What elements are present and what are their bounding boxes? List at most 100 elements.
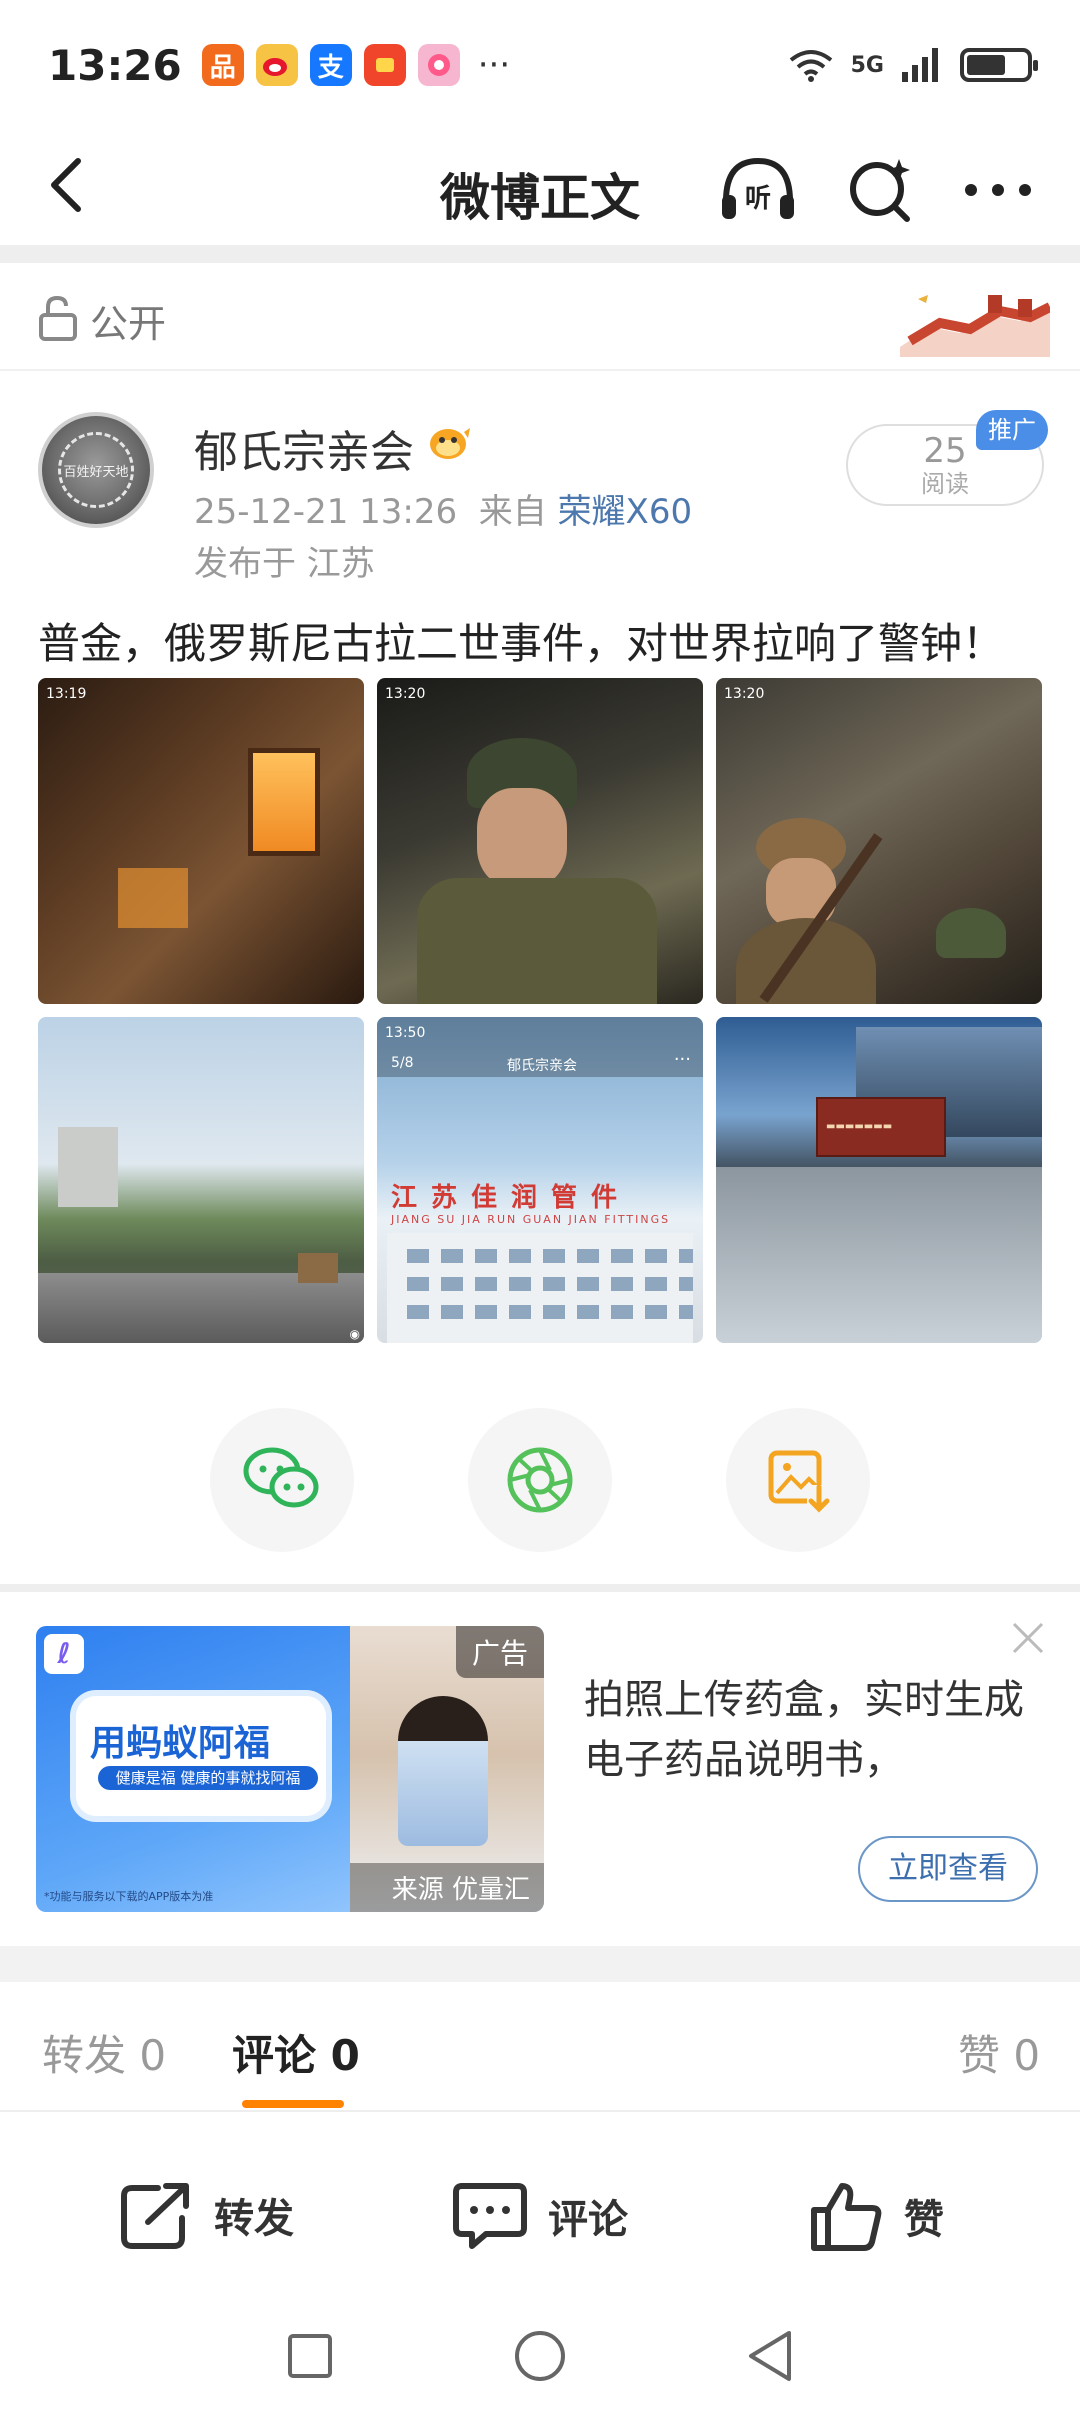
- image-status-time: 13:50: [385, 1025, 426, 1041]
- home-circle-icon: [515, 2331, 565, 2381]
- system-back-button[interactable]: [740, 2326, 800, 2386]
- tab-reposts[interactable]: 转发 0: [42, 2022, 166, 2083]
- signal-icon: [902, 48, 938, 82]
- ad-brand-text: 用蚂蚁阿福: [90, 1723, 271, 1764]
- search-button[interactable]: [842, 150, 922, 230]
- image-status-time: 13:20: [385, 686, 426, 702]
- weibo-notification-icon: [255, 44, 298, 86]
- ad-cta-button[interactable]: 立即查看: [858, 1836, 1038, 1902]
- repost-button[interactable]: 转发: [118, 2180, 294, 2250]
- ad-spokesperson: [398, 1696, 488, 1846]
- post-image-5[interactable]: 13:50 5/8 郁氏宗亲会 ··· 江苏佳润管件 JIANG SU JIA …: [377, 1017, 703, 1343]
- image-more-icon: ···: [673, 1049, 691, 1070]
- close-ad-icon[interactable]: [1008, 1618, 1048, 1658]
- image-watermark-icon: ◉: [349, 1327, 360, 1341]
- more-dots-icon: [965, 184, 1031, 196]
- like-label: 赞: [904, 2197, 944, 2243]
- header-divider: [0, 245, 1080, 263]
- image-account-name: 郁氏宗亲会: [507, 1058, 577, 1074]
- alipay-notification-icon: 支: [309, 44, 352, 86]
- recents-square-icon: [288, 2334, 332, 2378]
- save-image-icon: [768, 1450, 831, 1513]
- company-sign: ▬▬▬▬▬▬▬: [816, 1097, 946, 1157]
- status-bar: 13:26 品 支 ··· 5G: [0, 0, 1080, 130]
- like-button[interactable]: 赞: [808, 2180, 944, 2252]
- svg-text:听: 听: [745, 184, 771, 214]
- image-status-time: 13:19: [46, 686, 87, 702]
- comment-icon: [453, 2183, 527, 2249]
- battery-icon: [960, 48, 1038, 82]
- repost-icon: [121, 2183, 189, 2249]
- read-count-label: 阅读: [921, 470, 969, 498]
- comment-label: 评论: [548, 2197, 628, 2243]
- ad-description[interactable]: 拍照上传药盒，实时生成电子药品说明书，: [584, 1670, 1044, 1790]
- section-divider: [0, 1584, 1080, 1592]
- more-options-button[interactable]: [958, 150, 1038, 230]
- more-notifications-icon: ···: [477, 45, 511, 85]
- network-type: 5G: [850, 52, 884, 78]
- ad-slogan-text: 健康是福 健康的事就找阿福: [98, 1766, 318, 1790]
- status-time: 13:26: [48, 40, 182, 90]
- promote-badge[interactable]: 推广: [976, 410, 1048, 450]
- top-navigation: 微博正文 听: [0, 130, 1080, 245]
- factory-building: [387, 1233, 693, 1343]
- recents-button[interactable]: [280, 2326, 340, 2386]
- wifi-icon: [789, 50, 832, 82]
- bottom-action-bar: 转发 评论 赞: [0, 2140, 1080, 2290]
- image-page-indicator: 5/8: [391, 1055, 414, 1071]
- visibility-label: 公开: [90, 302, 167, 346]
- event-notification-icon: [417, 44, 460, 86]
- wechat-icon: [243, 1447, 319, 1508]
- comment-button[interactable]: 评论: [452, 2180, 628, 2252]
- ad-source: 来源 优量汇: [350, 1863, 544, 1912]
- post-text: 普金，俄罗斯尼古拉二世事件，对世界拉响了警钟！: [38, 619, 1005, 668]
- officer-face: [477, 788, 567, 888]
- active-tab-indicator: [242, 2100, 344, 2108]
- interaction-tabs: 转发 0 评论 0 赞 0: [0, 1982, 1080, 2112]
- repost-label: 转发: [214, 2196, 294, 2242]
- lit-window: [248, 748, 320, 856]
- home-button[interactable]: [510, 2326, 570, 2386]
- truck: [298, 1253, 338, 1283]
- post-date: 25-12-21 13:26: [194, 492, 458, 532]
- officer-uniform: [417, 878, 657, 1004]
- factory-sign: 江苏佳润管件: [391, 1183, 632, 1213]
- tab-comments[interactable]: 评论 0: [232, 2022, 360, 2083]
- author-name[interactable]: 郁氏宗亲会: [194, 416, 414, 480]
- system-nav-bar: [0, 2300, 1080, 2412]
- post-image-4[interactable]: ◉: [38, 1017, 364, 1343]
- ad-footnote: *功能与服务以下载的APP版本为准: [44, 1890, 214, 1903]
- post-image-3[interactable]: 13:20: [716, 678, 1042, 1004]
- thumbs-up-icon: [811, 2183, 882, 2251]
- source-prefix: 来自: [478, 492, 547, 532]
- post-image-6[interactable]: ▬▬▬▬▬▬▬: [716, 1017, 1042, 1343]
- unlock-icon: [39, 295, 77, 341]
- app-notification-icon: 品: [201, 44, 244, 86]
- moments-aperture-icon: [507, 1447, 573, 1513]
- post-device-link[interactable]: 荣耀X60: [558, 492, 693, 532]
- avatar-emblem: 百姓好天地: [58, 432, 134, 508]
- porch-light: [118, 868, 188, 928]
- visibility-row: 公开: [0, 263, 1080, 371]
- great-wall-decoration: [900, 295, 1050, 357]
- listen-button[interactable]: 听: [718, 150, 798, 230]
- search-sparkle-icon: [850, 159, 910, 222]
- save-image-button[interactable]: [726, 1408, 870, 1552]
- share-wechat-button[interactable]: [210, 1408, 354, 1552]
- image-status-time: 13:20: [724, 686, 765, 702]
- ad-image[interactable]: ℓ 用蚂蚁阿福 健康是福 健康的事就找阿福 *功能与服务以下载的APP版本为准 …: [36, 1626, 544, 1912]
- vip-pufferfish-icon: [430, 428, 470, 459]
- company-sign-text: ▬▬▬▬▬▬▬: [826, 1121, 893, 1132]
- headphones-icon: 听: [722, 157, 794, 219]
- roadside-building: [58, 1127, 118, 1207]
- back-triangle-icon: [749, 2331, 791, 2381]
- post-location: 发布于 江苏: [194, 544, 375, 584]
- ad-label: 广告: [455, 1626, 544, 1678]
- shopping-notification-icon: [363, 44, 406, 86]
- tab-likes[interactable]: 赞 0: [958, 2022, 1040, 2083]
- author-avatar[interactable]: 百姓好天地: [38, 412, 154, 528]
- post-image-1[interactable]: 13:19: [38, 678, 364, 1004]
- share-moments-button[interactable]: [468, 1408, 612, 1552]
- post-image-2[interactable]: 13:20: [377, 678, 703, 1004]
- factory-sign-english: JIANG SU JIA RUN GUAN JIAN FITTINGS: [391, 1213, 671, 1226]
